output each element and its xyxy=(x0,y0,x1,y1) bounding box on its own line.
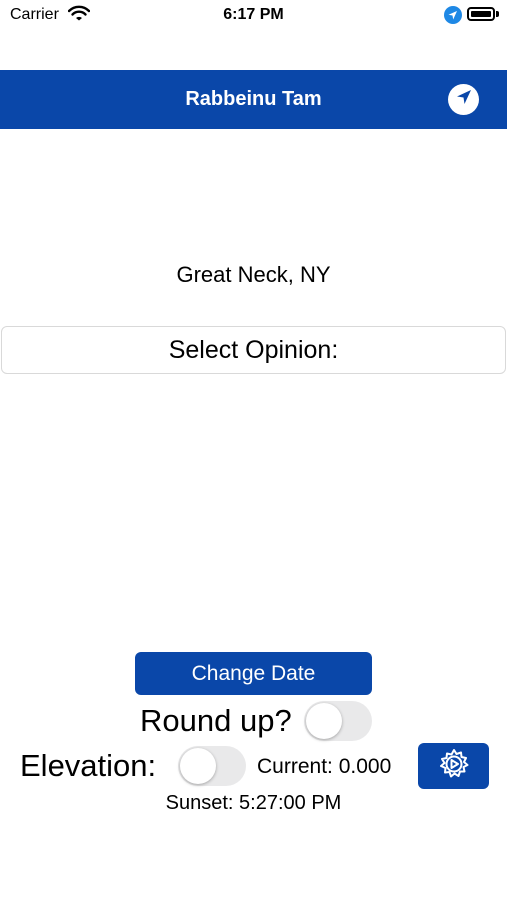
navigation-bar: Rabbeinu Tam xyxy=(0,70,507,129)
change-date-button[interactable]: Change Date xyxy=(135,652,372,695)
battery-icon xyxy=(467,7,495,21)
battery-nub xyxy=(496,11,499,17)
location-services-icon xyxy=(444,6,462,24)
elevation-settings-button[interactable] xyxy=(418,743,489,789)
location-label: Great Neck, NY xyxy=(176,262,331,287)
select-opinion-button[interactable]: Select Opinion: xyxy=(1,326,506,374)
status-bar: Carrier 6:17 PM xyxy=(0,0,507,32)
location-arrow-button[interactable] xyxy=(448,84,479,115)
toggle-knob xyxy=(306,703,342,739)
location-arrow-icon xyxy=(454,87,474,112)
page-title: Rabbeinu Tam xyxy=(185,88,322,110)
round-up-label: Round up? xyxy=(140,703,292,738)
elevation-toggle[interactable] xyxy=(178,746,246,786)
elevation-label: Elevation: xyxy=(20,748,157,783)
round-up-toggle[interactable] xyxy=(304,701,372,741)
toggle-knob xyxy=(180,748,216,784)
status-time: 6:17 PM xyxy=(223,6,284,23)
gear-icon xyxy=(437,747,471,786)
sunset-time: Sunset: 5:27:00 PM xyxy=(165,792,342,814)
current-elevation-value: Current: 0.000 xyxy=(257,755,392,778)
